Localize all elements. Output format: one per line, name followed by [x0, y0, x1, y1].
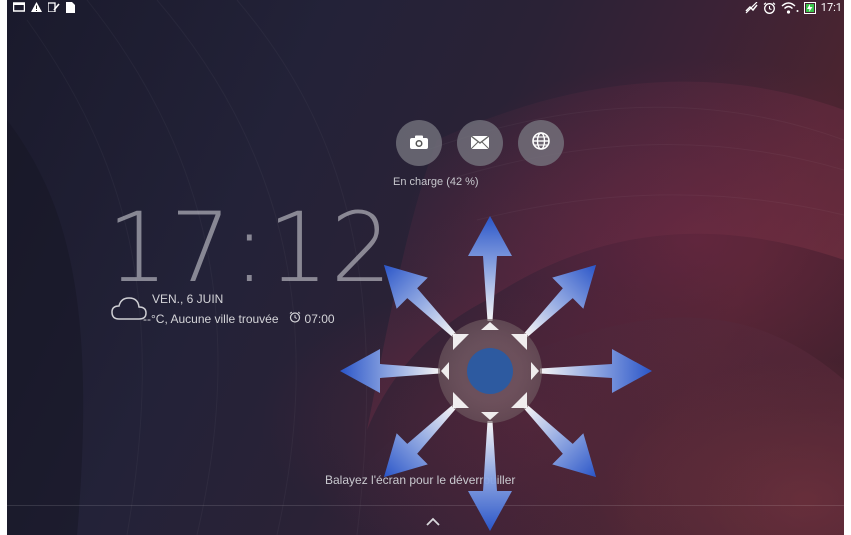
arrow-left-icon: [340, 349, 440, 393]
unlock-gesture-overlay[interactable]: [7, 0, 844, 535]
lock-screen: 17:1 En charge (42 %) 17:12 VEN., 6 JUIN…: [7, 0, 844, 535]
unlock-center-dot[interactable]: [467, 348, 513, 394]
arrow-down-icon: [468, 421, 512, 531]
arrow-up-icon: [468, 216, 512, 321]
arrow-right-icon: [540, 349, 652, 393]
